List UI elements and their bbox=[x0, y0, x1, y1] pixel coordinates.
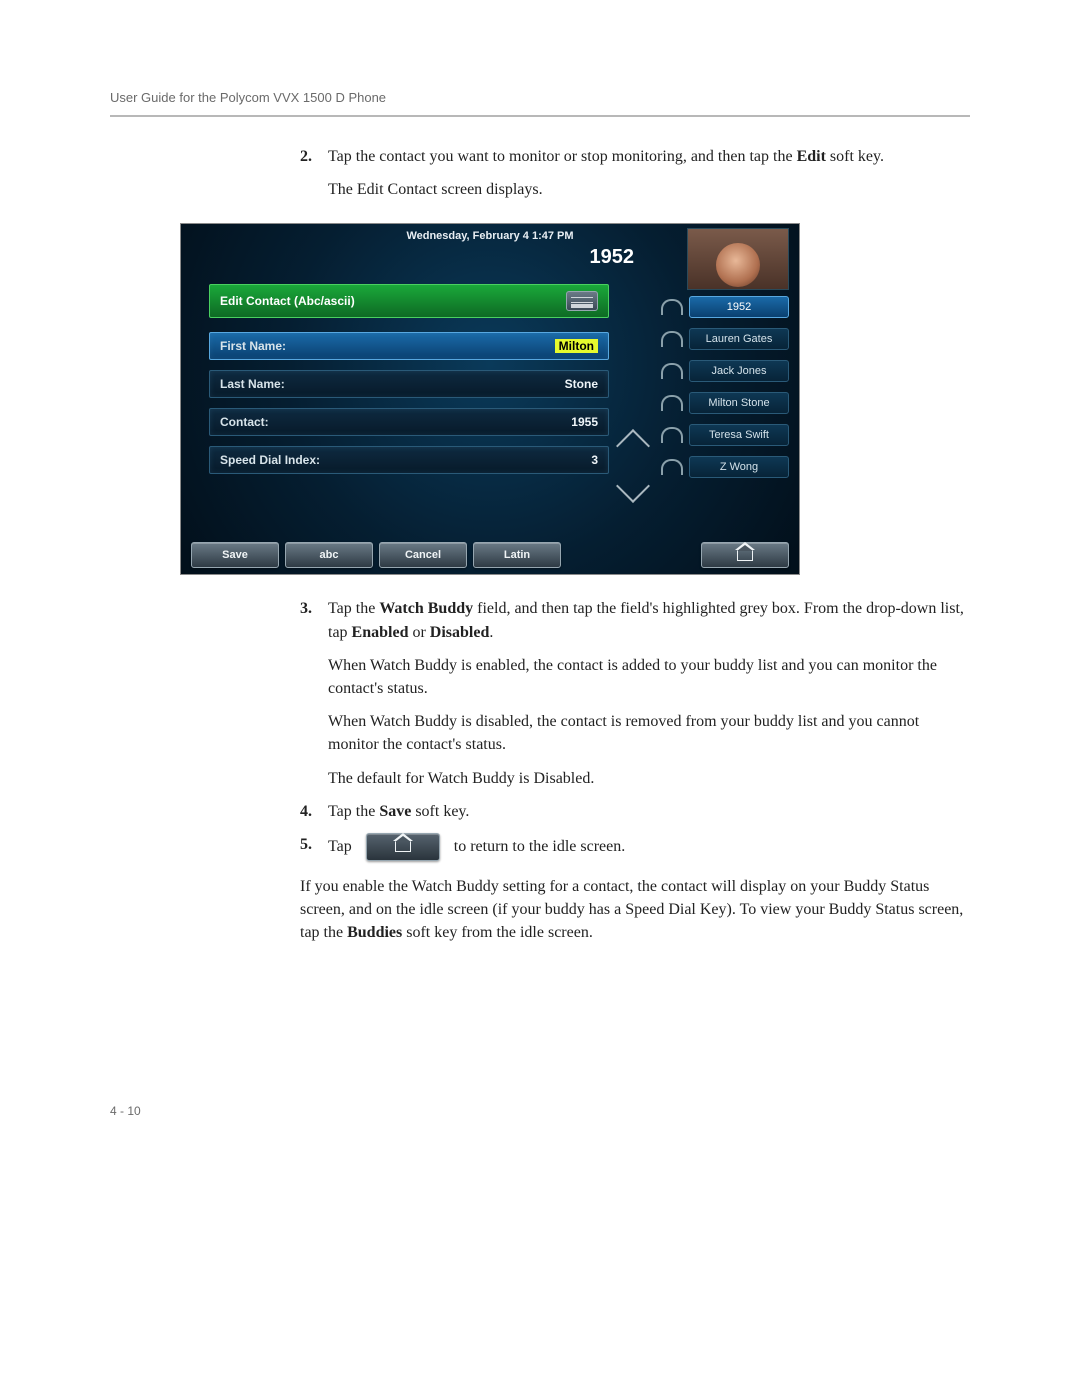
step-number: 5. bbox=[300, 833, 312, 856]
abc-softkey[interactable]: abc bbox=[285, 542, 373, 568]
trailing-paragraph: If you enable the Watch Buddy setting fo… bbox=[300, 875, 970, 945]
last-name-field[interactable]: Last Name: Stone bbox=[209, 370, 609, 398]
page-footer: 4 - 10 bbox=[110, 1104, 970, 1118]
line-key[interactable]: Z Wong bbox=[661, 456, 789, 478]
step-text: Tap the contact you want to monitor or s… bbox=[328, 148, 884, 165]
panel-title: Edit Contact (Abc/ascii) bbox=[220, 294, 355, 308]
line-key-label: Lauren Gates bbox=[689, 328, 789, 350]
step-text: Tap the Watch Buddy field, and then tap … bbox=[328, 600, 964, 640]
cancel-softkey[interactable]: Cancel bbox=[379, 542, 467, 568]
line-key[interactable]: Jack Jones bbox=[661, 360, 789, 382]
handset-icon bbox=[661, 299, 683, 315]
line-key-label: Z Wong bbox=[689, 456, 789, 478]
step-3: 3. Tap the Watch Buddy field, and then t… bbox=[300, 597, 970, 789]
speed-dial-index-field[interactable]: Speed Dial Index: 3 bbox=[209, 446, 609, 474]
line-key-list: 1952 Lauren Gates Jack Jones Milton Ston… bbox=[661, 296, 789, 478]
contact-field[interactable]: Contact: 1955 bbox=[209, 408, 609, 436]
step-text: Tap to return to the idle screen. bbox=[328, 838, 625, 855]
edit-contact-panel: Edit Contact (Abc/ascii) First Name: Mil… bbox=[209, 284, 609, 484]
home-icon bbox=[395, 841, 411, 852]
first-name-field[interactable]: First Name: Milton bbox=[209, 332, 609, 360]
step-number: 3. bbox=[300, 597, 312, 620]
edit-contact-screenshot: Wednesday, February 4 1:47 PM 1952 Edit … bbox=[180, 223, 800, 575]
keyboard-icon[interactable] bbox=[566, 291, 598, 311]
field-value: Stone bbox=[565, 377, 598, 391]
step-para: When Watch Buddy is enabled, the contact… bbox=[328, 654, 970, 700]
step-text: Tap the Save soft key. bbox=[328, 803, 469, 820]
line-key-label: Teresa Swift bbox=[689, 424, 789, 446]
handset-icon bbox=[661, 331, 683, 347]
step-follow: The Edit Contact screen displays. bbox=[328, 178, 970, 201]
latin-softkey[interactable]: Latin bbox=[473, 542, 561, 568]
field-value: Milton bbox=[555, 339, 598, 353]
field-label: Contact: bbox=[220, 415, 269, 429]
line-key[interactable]: Teresa Swift bbox=[661, 424, 789, 446]
field-label: First Name: bbox=[220, 339, 286, 353]
home-key-button[interactable] bbox=[366, 833, 440, 861]
handset-icon bbox=[661, 363, 683, 379]
save-softkey[interactable]: Save bbox=[191, 542, 279, 568]
step-number: 4. bbox=[300, 800, 312, 823]
avatar-face bbox=[716, 243, 760, 287]
home-icon bbox=[737, 550, 753, 561]
field-label: Last Name: bbox=[220, 377, 285, 391]
handset-icon bbox=[661, 395, 683, 411]
self-view-video bbox=[687, 228, 789, 290]
line-key[interactable]: Milton Stone bbox=[661, 392, 789, 414]
handset-icon bbox=[661, 459, 683, 475]
step-2: 2. Tap the contact you want to monitor o… bbox=[300, 145, 970, 201]
header-rule bbox=[110, 115, 970, 117]
line-key[interactable]: 1952 bbox=[661, 296, 789, 318]
handset-icon bbox=[661, 427, 683, 443]
line-key-label: 1952 bbox=[689, 296, 789, 318]
line-key[interactable]: Lauren Gates bbox=[661, 328, 789, 350]
field-label: Speed Dial Index: bbox=[220, 453, 320, 467]
home-softkey[interactable] bbox=[701, 542, 789, 568]
step-5: 5. Tap to return to the idle screen. bbox=[300, 833, 970, 861]
panel-header: Edit Contact (Abc/ascii) bbox=[209, 284, 609, 318]
step-number: 2. bbox=[300, 145, 312, 168]
step-4: 4. Tap the Save soft key. bbox=[300, 800, 970, 823]
line-key-label: Jack Jones bbox=[689, 360, 789, 382]
softkey-bar: Save abc Cancel Latin bbox=[191, 542, 789, 568]
field-value: 3 bbox=[591, 453, 598, 467]
inline-home-key bbox=[366, 833, 440, 861]
extension-number: 1952 bbox=[590, 246, 635, 269]
field-value: 1955 bbox=[571, 415, 598, 429]
running-header: User Guide for the Polycom VVX 1500 D Ph… bbox=[110, 90, 970, 115]
datetime: Wednesday, February 4 1:47 PM bbox=[406, 230, 573, 242]
step-para: The default for Watch Buddy is Disabled. bbox=[328, 767, 970, 790]
step-para: When Watch Buddy is disabled, the contac… bbox=[328, 710, 970, 756]
scroll-up-icon[interactable] bbox=[616, 429, 650, 463]
line-key-label: Milton Stone bbox=[689, 392, 789, 414]
scroll-down-icon[interactable] bbox=[616, 469, 650, 503]
